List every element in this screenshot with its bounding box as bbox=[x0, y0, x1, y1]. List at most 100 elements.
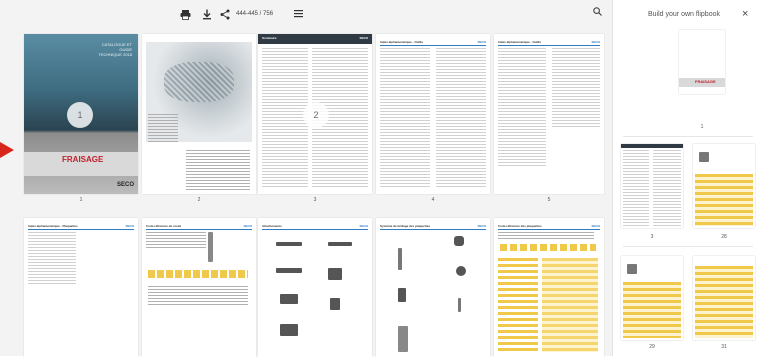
tool-image bbox=[398, 326, 408, 352]
page-thumbnail-6[interactable]: Index alphanumérique - Plaquettes SECO bbox=[24, 218, 138, 358]
page-number: 5 bbox=[547, 197, 551, 203]
page-header: Attachements SECO bbox=[262, 224, 368, 230]
page-header-logo: SECO bbox=[359, 224, 368, 228]
page-header: Système de bridage des plaquettes SECO bbox=[380, 224, 486, 230]
page-thumbnail-5[interactable]: Index alphanumérique - Outils SECO bbox=[494, 34, 604, 194]
page-header-title: Attachements bbox=[262, 224, 282, 228]
page-marker-2[interactable]: 2 bbox=[303, 102, 329, 128]
tool-image bbox=[208, 232, 213, 262]
page-header-title: Code référence des plaquettes bbox=[498, 224, 542, 228]
sidebar-thumb-31[interactable] bbox=[693, 256, 755, 340]
data-table bbox=[695, 266, 753, 338]
flipbook-viewer: 444-445 / 756 CATALOGUE ET GUIDE TECHNIQ… bbox=[0, 0, 612, 358]
sidebar-title: Build your own flipbook bbox=[648, 11, 720, 18]
page-thumbnail-8[interactable]: Attachements SECO bbox=[258, 218, 372, 358]
code-boxes bbox=[500, 244, 596, 251]
sidebar-thumb-label: 29 bbox=[649, 344, 655, 350]
page-number: 1 bbox=[79, 197, 83, 203]
page-header: Code référence de corde SECO bbox=[146, 224, 252, 230]
tool-image bbox=[627, 264, 637, 274]
page-header-title: Index alphanumérique - Outils bbox=[380, 40, 424, 44]
tool-image bbox=[398, 248, 402, 270]
page-indicator[interactable]: 444-445 / 756 bbox=[236, 11, 273, 17]
printer-icon[interactable] bbox=[180, 9, 191, 23]
page-header-title: Sommaire bbox=[262, 36, 277, 40]
data-table bbox=[695, 174, 753, 226]
sidebar-thumb-29[interactable] bbox=[621, 256, 683, 340]
page-header-logo: SECO bbox=[125, 224, 134, 228]
code-boxes bbox=[148, 270, 248, 278]
tool-image bbox=[276, 242, 302, 246]
contents-list bbox=[262, 48, 308, 188]
page-header-logo: SECO bbox=[591, 224, 600, 228]
page-thumbnail-3[interactable]: Sommaire SECO 2 bbox=[258, 34, 372, 194]
page-header-logo: SECO bbox=[359, 36, 368, 40]
cover-title: CATALOGUE ET GUIDE TECHNIQUE 2018 bbox=[98, 42, 132, 57]
divider bbox=[623, 246, 753, 247]
page-header: Code référence des plaquettes SECO bbox=[498, 224, 600, 230]
contents-list bbox=[623, 150, 649, 226]
page-header-title: Code référence de corde bbox=[146, 224, 182, 228]
tool-image bbox=[280, 294, 298, 304]
cover-logo: SECO bbox=[116, 182, 134, 188]
index-list bbox=[552, 48, 600, 128]
page-header-logo: SECO bbox=[591, 40, 600, 44]
page-header-title: Index alphanumérique - Outils bbox=[498, 40, 542, 44]
divider bbox=[623, 136, 753, 137]
page-header-title: Système de bridage des plaquettes bbox=[380, 224, 431, 228]
tool-image bbox=[330, 298, 340, 310]
current-page-arrow-icon bbox=[0, 142, 14, 158]
page-thumbnail-2[interactable] bbox=[142, 34, 256, 194]
code-table bbox=[498, 258, 538, 352]
tool-image bbox=[699, 152, 709, 162]
index-list bbox=[498, 48, 546, 168]
viewer-toolbar: 444-445 / 756 bbox=[0, 0, 612, 30]
page-thumbnail-4[interactable]: Index alphanumérique - Outils SECO bbox=[376, 34, 490, 194]
page-header: Index alphanumérique - Plaquettes SECO bbox=[28, 224, 134, 230]
menu-icon[interactable] bbox=[294, 9, 303, 21]
page-thumbnail-9[interactable]: Système de bridage des plaquettes SECO bbox=[376, 218, 490, 358]
page-header-logo: SECO bbox=[477, 224, 486, 228]
tool-image bbox=[328, 242, 352, 246]
page-number: 2 bbox=[197, 197, 201, 203]
page-header: Index alphanumérique - Outils SECO bbox=[380, 40, 486, 46]
text-block bbox=[146, 232, 206, 248]
text-block bbox=[498, 232, 594, 240]
index-list bbox=[28, 232, 76, 284]
tool-image bbox=[280, 324, 298, 336]
code-table bbox=[542, 258, 598, 352]
page-header: Sommaire SECO bbox=[262, 36, 368, 41]
page-marker-1[interactable]: 1 bbox=[67, 102, 93, 128]
tool-image bbox=[458, 298, 461, 312]
page-header-title: Index alphanumérique - Plaquettes bbox=[28, 224, 78, 228]
cover-brand: FRAISAGE bbox=[62, 155, 104, 164]
tool-image bbox=[328, 268, 342, 280]
sidebar-thumb-label: 1 bbox=[700, 124, 704, 130]
close-icon[interactable]: × bbox=[742, 8, 748, 20]
cover-brand: FRAISAGE bbox=[695, 79, 716, 84]
page-thumbnail-7[interactable]: Code référence de corde SECO bbox=[142, 218, 256, 358]
page-header-logo: SECO bbox=[243, 224, 252, 228]
page-number: 4 bbox=[431, 197, 435, 203]
index-list bbox=[380, 48, 430, 188]
page-thumbnail-1[interactable]: CATALOGUE ET GUIDE TECHNIQUE 2018 FRAISA… bbox=[24, 34, 138, 194]
download-icon[interactable] bbox=[202, 9, 212, 23]
share-icon[interactable] bbox=[220, 9, 230, 23]
page-header: Index alphanumérique - Outils SECO bbox=[498, 40, 600, 46]
sidebar-thumb-1[interactable]: FRAISAGE bbox=[679, 30, 725, 94]
search-icon[interactable] bbox=[593, 7, 602, 19]
data-table bbox=[623, 282, 681, 338]
text-block bbox=[148, 114, 178, 144]
tool-image bbox=[398, 288, 406, 302]
header-bar bbox=[621, 144, 683, 148]
sidebar-thumb-3[interactable] bbox=[621, 144, 683, 228]
page-thumbnail-10[interactable]: Code référence des plaquettes SECO bbox=[494, 218, 604, 358]
build-flipbook-sidebar: Build your own flipbook × FRAISAGE 1 3 2… bbox=[612, 0, 762, 356]
sidebar-thumb-28[interactable] bbox=[693, 144, 755, 228]
sidebar-thumb-label: 31 bbox=[721, 344, 727, 350]
tool-image bbox=[456, 266, 466, 276]
sidebar-thumb-label: 28 bbox=[721, 234, 727, 240]
page-header-logo: SECO bbox=[477, 40, 486, 44]
text-block bbox=[186, 150, 250, 190]
page-number: 3 bbox=[313, 197, 317, 203]
